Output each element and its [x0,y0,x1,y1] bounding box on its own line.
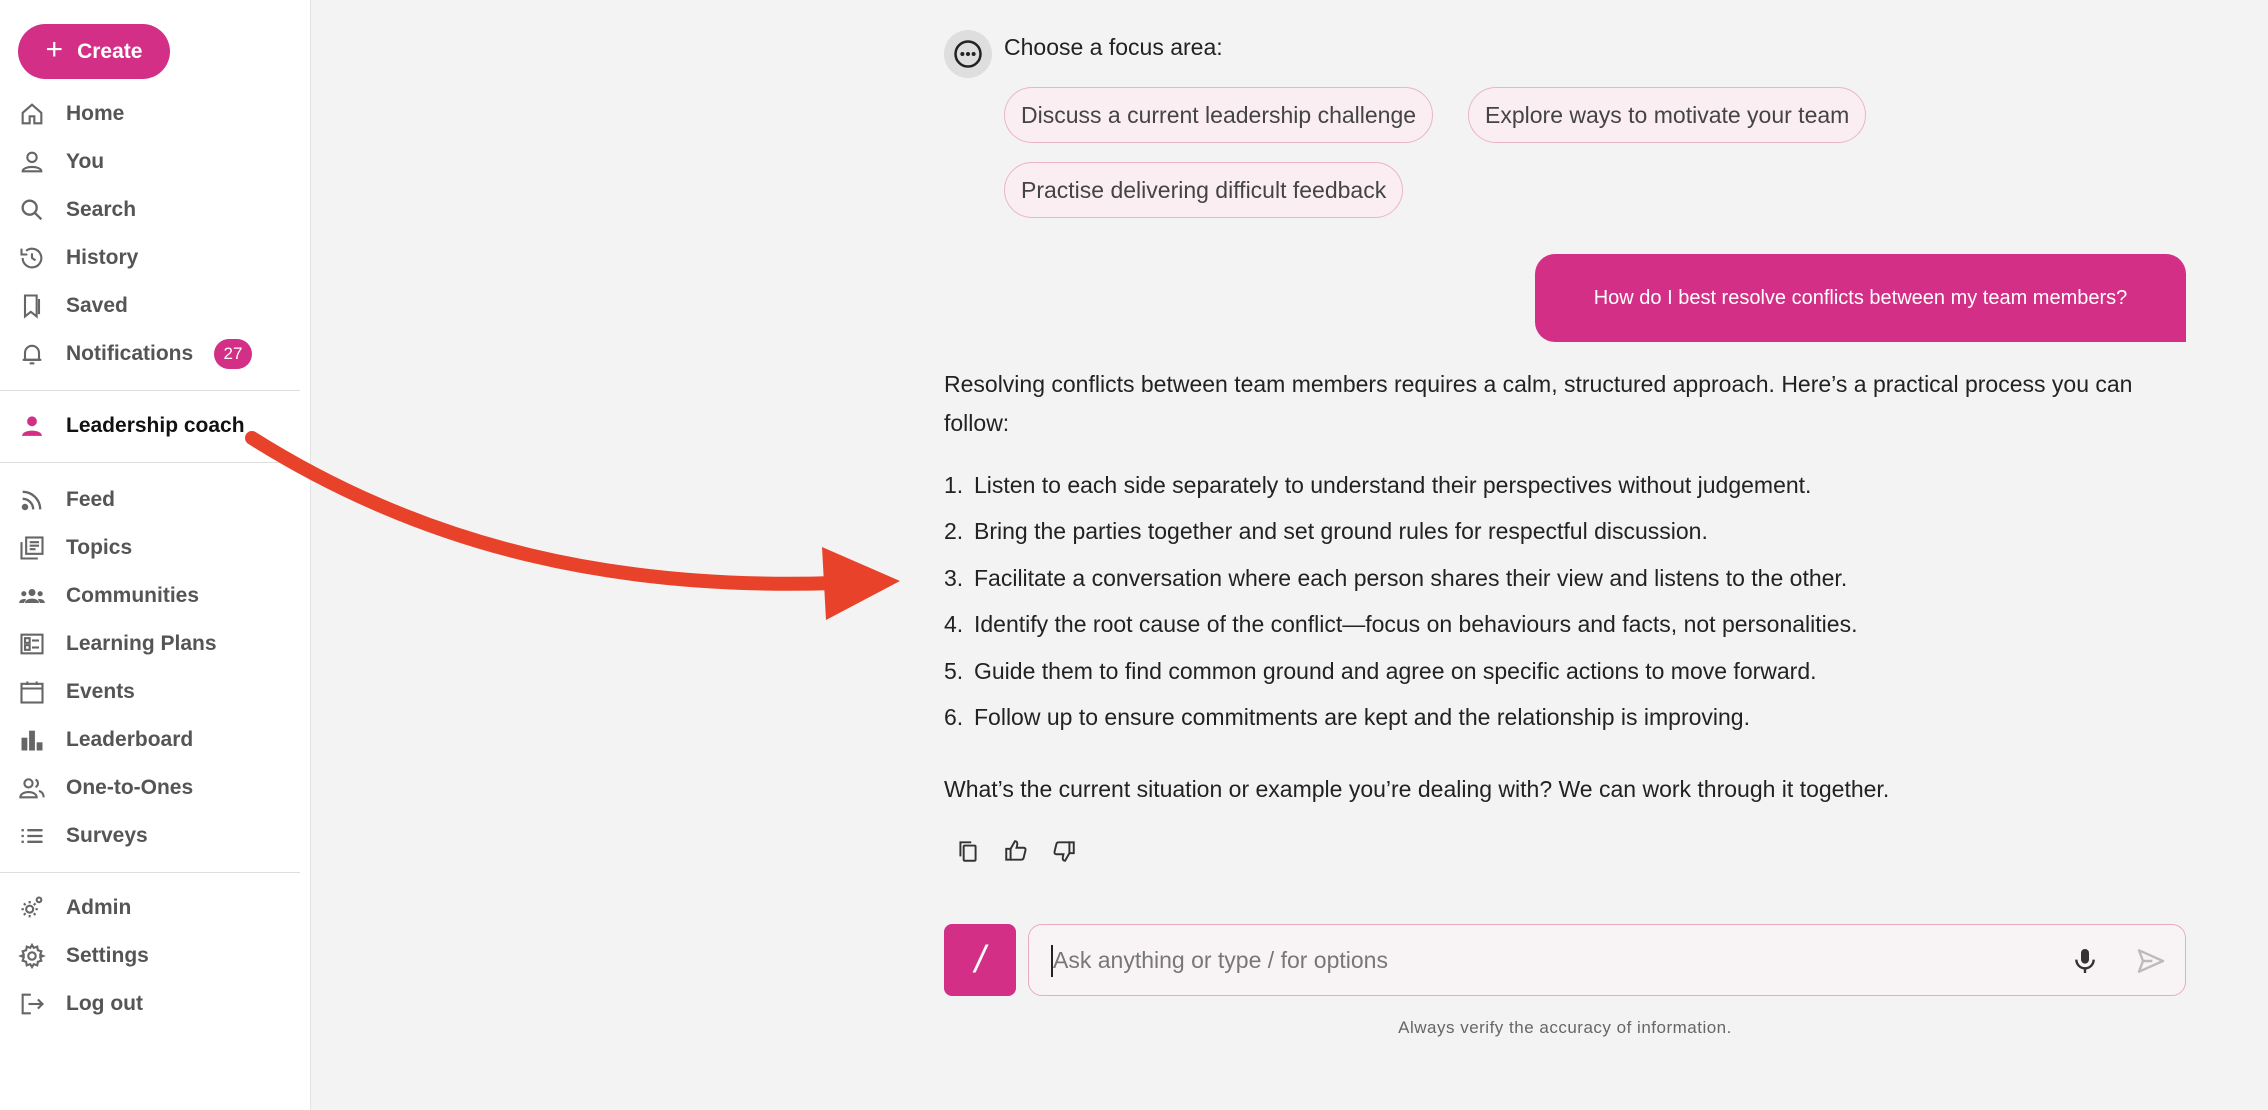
user-message-bubble: How do I best resolve conflicts between … [1535,254,2186,342]
list-item: 1. Listen to each side separately to unde… [944,472,1811,499]
gear-icon [18,942,46,970]
home-icon [18,100,46,128]
sidebar-item-leaderboard[interactable]: Leaderboard [0,718,310,762]
list-number: 2. [944,518,964,544]
slash-options-button[interactable]: / [944,924,1016,996]
list-text: Listen to each side separately to unders… [974,472,1812,498]
list-text: Guide them to find common ground and agr… [974,658,1817,684]
groups-icon [18,582,46,610]
sidebar-item-label: You [66,150,105,173]
list-number: 1. [944,472,964,498]
chat-input-container [1028,924,2186,996]
sidebar-item-label: Settings [66,944,149,967]
sidebar-divider [0,872,300,873]
history-icon [18,244,46,272]
sidebar-item-log-out[interactable]: Log out [0,982,310,1026]
sidebar-item-label: Surveys [66,824,148,847]
sidebar-item-label: Communities [66,584,200,607]
sidebar-item-search[interactable]: Search [0,188,310,232]
sidebar-item-label: Search [66,198,137,221]
search-icon [18,196,46,224]
sidebar-item-surveys[interactable]: Surveys [0,814,310,858]
copy-icon[interactable] [953,836,983,866]
send-icon[interactable] [2135,945,2167,977]
sidebar-item-one-to-ones[interactable]: One-to-Ones [0,766,310,810]
list-number: 6. [944,704,964,730]
sidebar-item-label: One-to-Ones [66,776,194,799]
microphone-icon[interactable] [2069,945,2101,977]
sidebar-item-label: Log out [66,992,143,1015]
plus-icon: + [45,33,64,66]
create-button-label: Create [77,39,143,63]
list-item: 3. Facilitate a conversation where each p… [944,565,1847,592]
people-icon [18,774,46,802]
slash-label: / [974,938,986,981]
answer-intro: Resolving conflicts between team members… [944,371,2133,436]
disclaimer-text: Always verify the accuracy of informatio… [1398,1018,1732,1037]
sidebar-item-label: Notifications [66,342,194,365]
sidebar-item-admin[interactable]: Admin [0,886,310,930]
list-text: Bring the parties together and set groun… [974,518,1708,544]
list-text: Identify the root cause of the conflict—… [974,611,1858,637]
thumbs-down-icon[interactable] [1049,836,1079,866]
create-button[interactable]: + Create [18,24,170,79]
focus-chip-difficult-feedback[interactable]: Practise delivering difficult feedback [1004,162,1404,218]
person-icon [18,148,46,176]
sidebar-item-label: Leaderboard [66,728,194,751]
sidebar-item-topics[interactable]: Topics [0,526,310,570]
person-filled-icon [18,412,46,440]
sidebar-item-label: Home [66,102,125,125]
bookmark-icon [18,292,46,320]
sidebar-item-label: History [66,246,139,269]
sidebar-item-history[interactable]: History [0,236,310,280]
sidebar-item-feed[interactable]: Feed [0,478,310,522]
sidebar-item-communities[interactable]: Communities [0,574,310,618]
sidebar-item-leadership-coach[interactable]: Leadership coach [0,404,310,448]
list-text: Follow up to ensure commitments are kept… [974,704,1750,730]
sidebar-item-home[interactable]: Home [0,92,310,136]
list-text: Facilitate a conversation where each per… [974,565,1848,591]
assistant-avatar [944,30,992,78]
more-dots-icon [954,40,982,68]
sidebar-item-learning-plans[interactable]: Learning Plans [0,622,310,666]
focus-area-title: Choose a focus area: [1004,34,1223,60]
list-item: 6. Follow up to ensure commitments are ke… [944,704,1750,731]
list-number: 4. [944,611,964,637]
logout-icon [18,990,46,1018]
focus-chip-motivate-team[interactable]: Explore ways to motivate your team [1468,87,1867,143]
sidebar-divider [0,390,300,391]
bar-chart-icon [18,726,46,754]
list-number: 3. [944,565,964,591]
learning-plan-icon [18,630,46,658]
sidebar-item-label: Events [66,680,135,703]
sidebar-item-label: Leadership coach [66,414,245,437]
list-item: 4. Identify the root cause of the conflic… [944,611,1857,638]
list-item: 2. Bring the parties together and set gro… [944,518,1708,545]
sidebar-item-label: Admin [66,896,132,919]
answer-outro: What’s the current situation or example … [944,776,1890,802]
bell-icon [18,340,46,368]
admin-gear-icon [18,894,46,922]
sidebar-item-events[interactable]: Events [0,670,310,714]
list-icon [18,822,46,850]
sidebar-divider [0,462,300,463]
sidebar-item-notifications[interactable]: Notifications 27 [0,332,310,376]
notification-count-badge: 27 [214,339,252,369]
sidebar: + Create Home You Search History Saved N… [0,0,311,1110]
topics-icon [18,534,46,562]
sidebar-item-label: Topics [66,536,133,559]
chat-input[interactable] [1029,925,2029,995]
sidebar-item-label: Saved [66,294,128,317]
list-item: 5. Guide them to find common ground and a… [944,658,1817,685]
sidebar-item-you[interactable]: You [0,140,310,184]
focus-chip-leadership-challenge[interactable]: Discuss a current leadership challenge [1004,87,1434,143]
calendar-icon [18,678,46,706]
rss-icon [18,486,46,514]
sidebar-item-label: Feed [66,488,116,511]
sidebar-item-label: Learning Plans [66,632,217,655]
sidebar-item-settings[interactable]: Settings [0,934,310,978]
sidebar-item-saved[interactable]: Saved [0,284,310,328]
thumbs-up-icon[interactable] [1001,836,1031,866]
list-number: 5. [944,658,964,684]
